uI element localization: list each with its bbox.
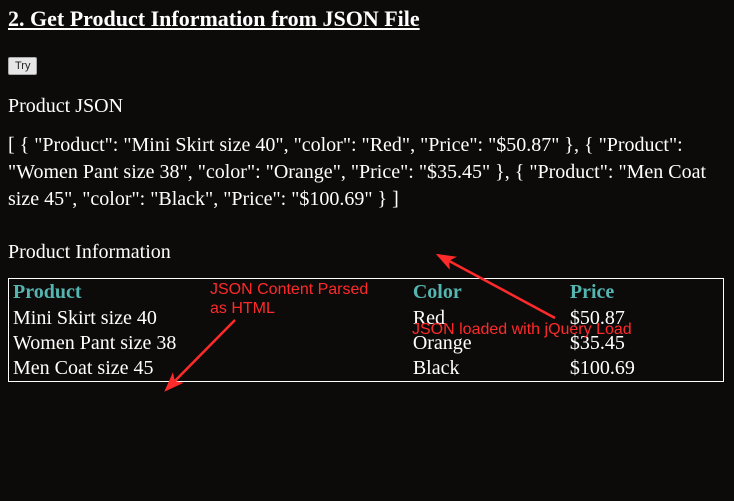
header-price: Price bbox=[566, 279, 723, 306]
product-table: Product Color Price Mini Skirt size 40 R… bbox=[9, 279, 723, 381]
cell-price: $100.69 bbox=[566, 356, 723, 381]
cell-color: Red bbox=[409, 306, 566, 331]
cell-product: Mini Skirt size 40 bbox=[9, 306, 409, 331]
try-button[interactable]: Try bbox=[8, 57, 37, 75]
header-color: Color bbox=[409, 279, 566, 306]
product-info-label: Product Information bbox=[8, 241, 726, 264]
json-label: Product JSON bbox=[8, 95, 726, 118]
cell-price: $35.45 bbox=[566, 331, 723, 356]
cell-color: Black bbox=[409, 356, 566, 381]
header-product: Product bbox=[9, 279, 409, 306]
product-table-container: Product Color Price Mini Skirt size 40 R… bbox=[8, 278, 724, 382]
section-heading: 2. Get Product Information from JSON Fil… bbox=[8, 6, 726, 32]
cell-price: $50.87 bbox=[566, 306, 723, 331]
cell-color: Orange bbox=[409, 331, 566, 356]
json-raw-text: [ { "Product": "Mini Skirt size 40", "co… bbox=[8, 132, 723, 213]
table-row: Women Pant size 38 Orange $35.45 bbox=[9, 331, 723, 356]
table-row: Mini Skirt size 40 Red $50.87 bbox=[9, 306, 723, 331]
cell-product: Men Coat size 45 bbox=[9, 356, 409, 381]
table-header-row: Product Color Price bbox=[9, 279, 723, 306]
cell-product: Women Pant size 38 bbox=[9, 331, 409, 356]
table-row: Men Coat size 45 Black $100.69 bbox=[9, 356, 723, 381]
